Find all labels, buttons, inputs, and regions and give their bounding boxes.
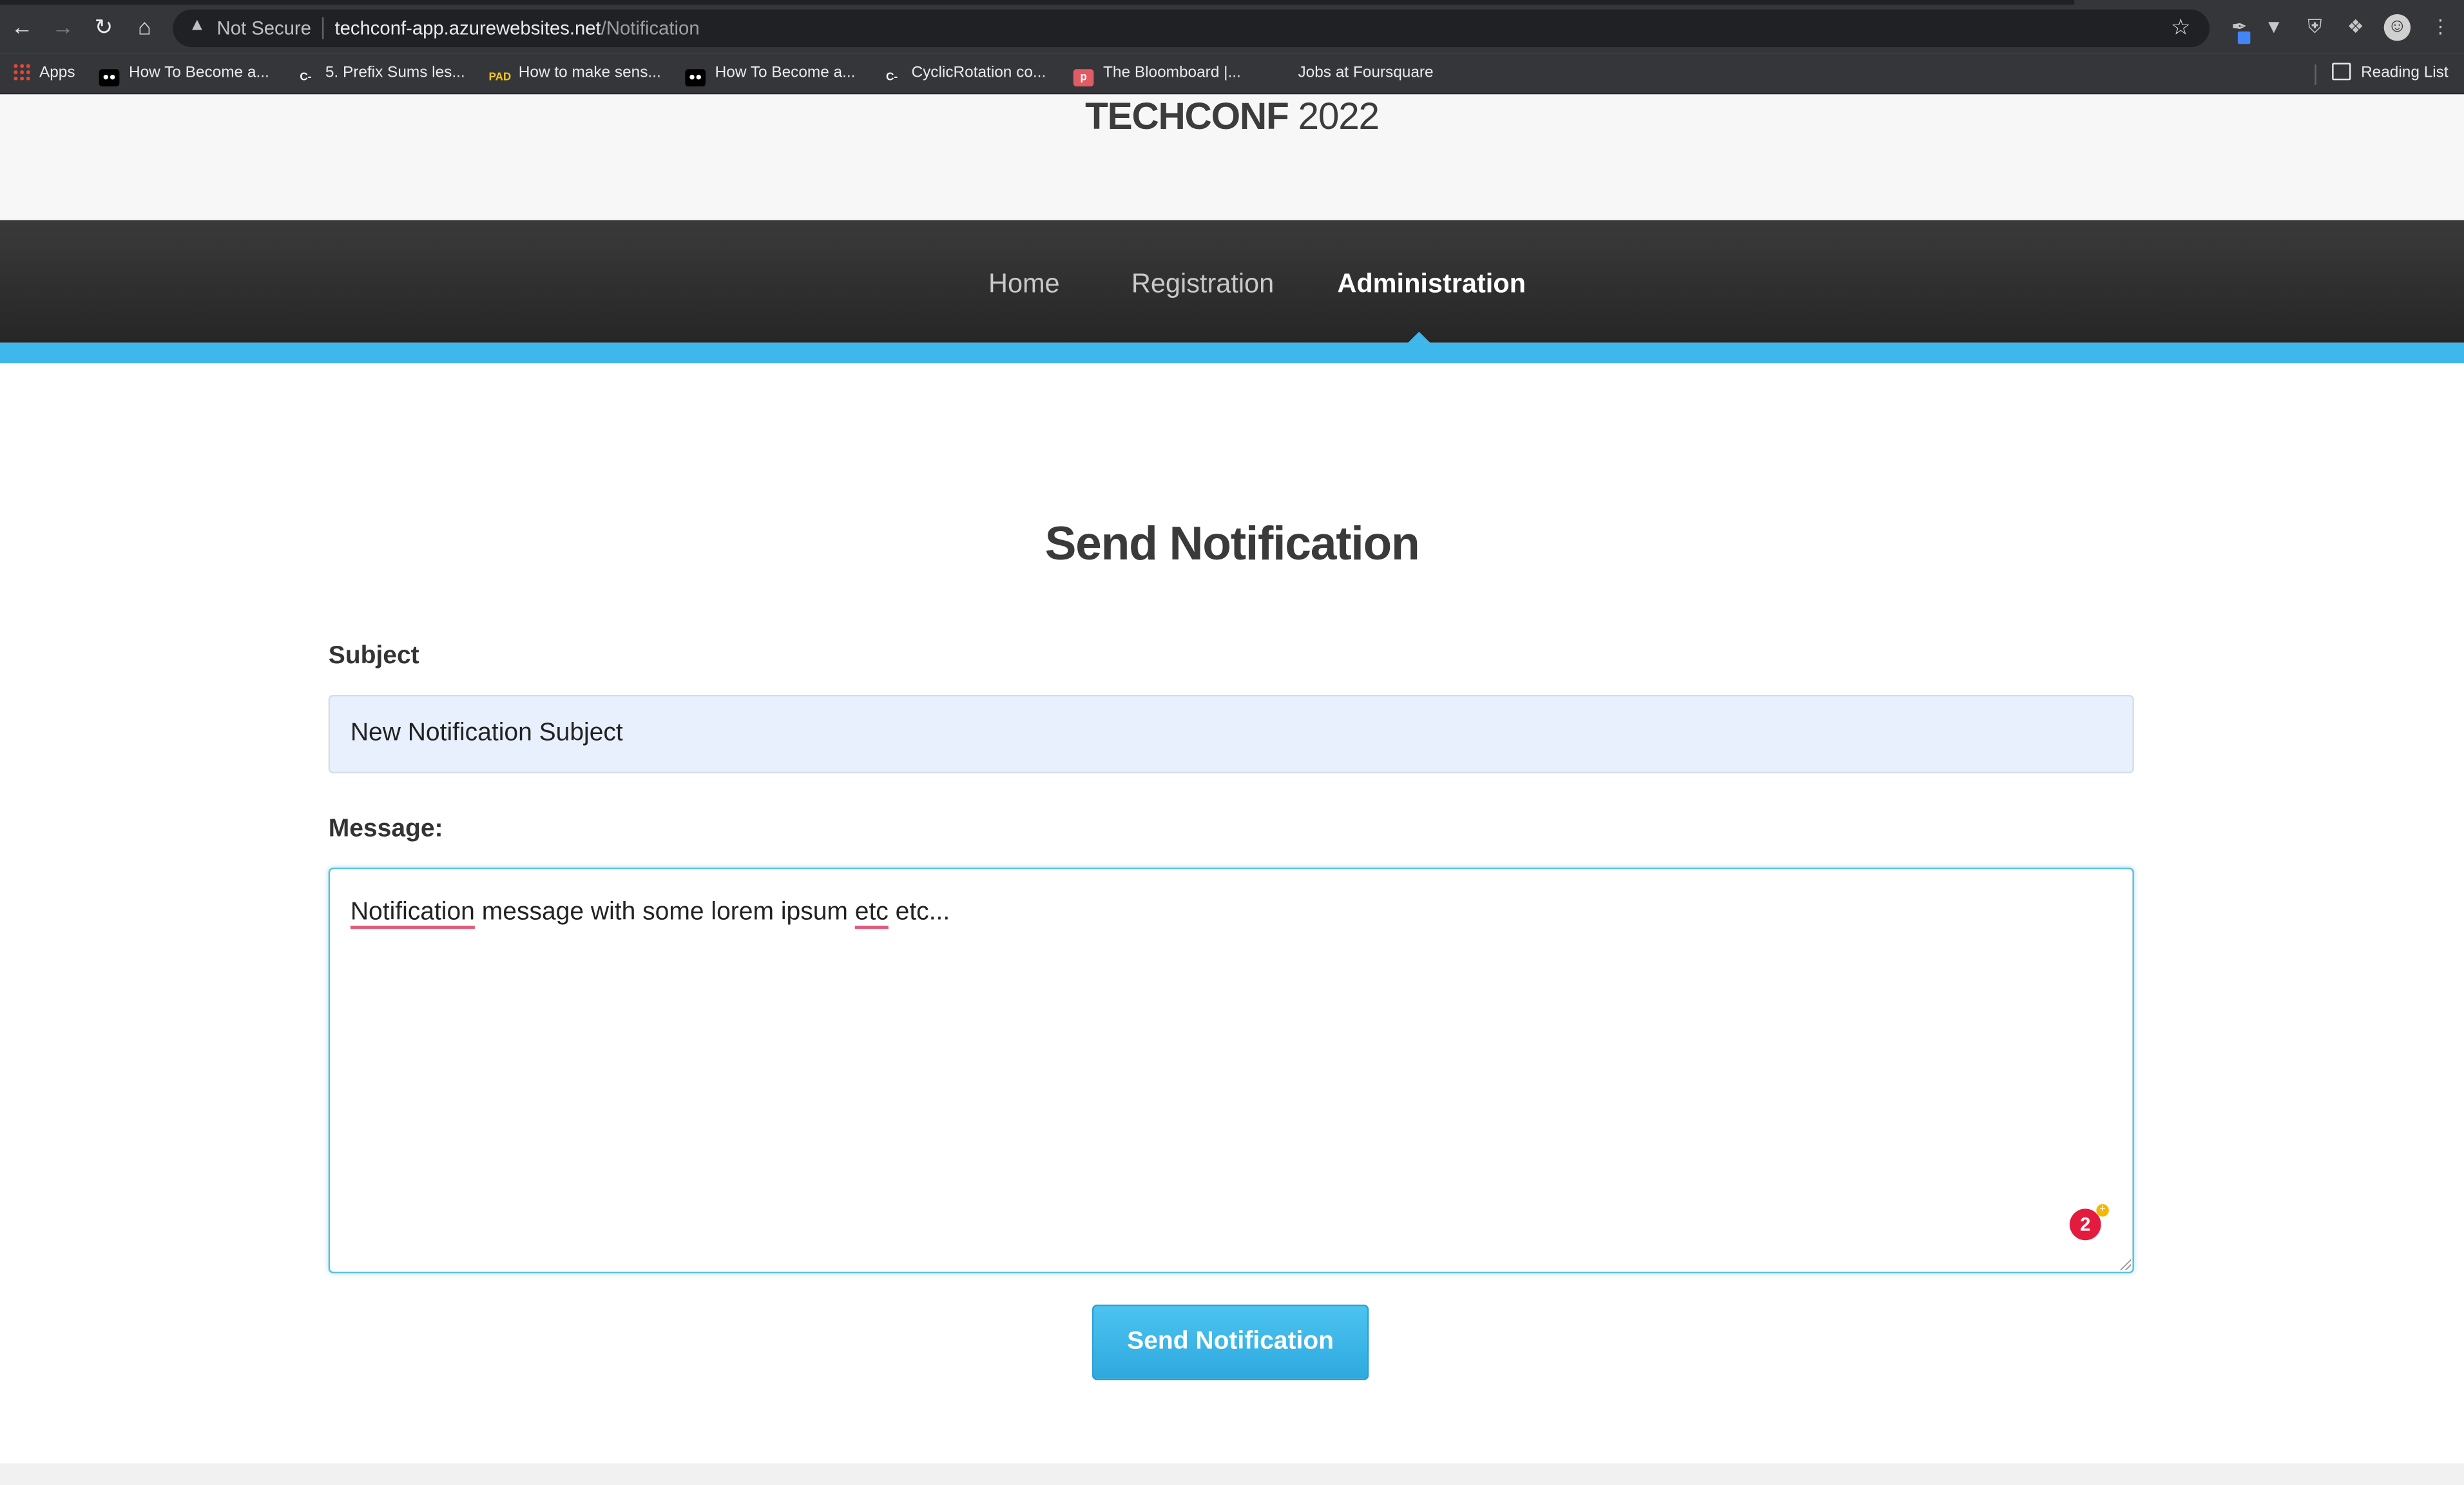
bookmark-item[interactable]: Jobs at Foursquare — [1268, 63, 1433, 85]
reading-list-icon — [2333, 63, 2352, 81]
extensions-puzzle-icon[interactable]: ❖ — [2345, 15, 2367, 37]
url-path: /Notification — [601, 17, 700, 39]
main-content: Send Notification Subject New Notificati… — [0, 363, 2464, 1464]
profile-avatar-icon[interactable]: ☺ — [2383, 14, 2411, 41]
menu-kebab-icon[interactable]: ⋮ — [2429, 15, 2451, 37]
home-icon[interactable]: ⌂ — [132, 14, 157, 39]
bookmarks-separator — [2315, 64, 2316, 85]
bookmark-label: How To Become a... — [128, 64, 269, 82]
message-textarea[interactable]: Notification message with some lorem ips… — [328, 868, 2134, 1274]
bookmarks-bar: Apps ●● How To Become a... C- 5. Prefix Su… — [0, 53, 2464, 95]
message-label: Message: — [328, 815, 443, 843]
codility-icon: C- — [881, 69, 902, 87]
send-notification-button[interactable]: Send Notification — [1092, 1305, 1369, 1381]
not-secure-label[interactable]: Not Secure — [217, 17, 311, 39]
bookmark-item[interactable]: ●● How To Become a... — [685, 63, 856, 87]
medium-icon: ●● — [99, 69, 120, 87]
bookmark-apps[interactable]: Apps — [12, 63, 75, 85]
extension-badge — [2237, 31, 2251, 44]
bookmark-label: Apps — [39, 64, 75, 82]
message-middle: message with some lorem ipsum — [474, 898, 855, 926]
url-host: techconf-app.azurewebsites.net — [334, 17, 601, 39]
resize-grip-icon[interactable] — [2118, 1257, 2132, 1270]
misspelled-word: Notification — [350, 898, 475, 926]
foursquare-icon — [1268, 63, 1289, 81]
bookmark-item[interactable]: C- CyclicRotation co... — [881, 63, 1046, 87]
back-icon[interactable]: ← — [10, 14, 35, 39]
tab-strip-edge — [0, 0, 2075, 5]
codility-icon: C- — [295, 69, 316, 87]
nav-registration[interactable]: Registration — [1131, 269, 1274, 300]
brand-year: 2022 — [1288, 95, 1380, 139]
bookmark-label: How To Become a... — [715, 64, 856, 82]
warning-icon: ▲ — [188, 15, 206, 35]
site-logo[interactable]: TECHCONF 2022 — [0, 94, 2464, 141]
bookmark-item[interactable]: C- 5. Prefix Sums les... — [295, 63, 465, 87]
bookmark-label: The Bloomboard |... — [1103, 64, 1241, 82]
bookmark-label: 5. Prefix Sums les... — [325, 64, 465, 82]
bookmark-label: CyclicRotation co... — [911, 64, 1046, 82]
bookmark-item[interactable]: PAD How to make sens... — [488, 63, 661, 87]
extension-shield-icon[interactable]: ⛨ — [2304, 15, 2325, 37]
bookmark-star-icon[interactable]: ☆ — [2171, 14, 2191, 41]
message-end: etc... — [888, 898, 950, 926]
grammarly-plus-icon: + — [2096, 1204, 2109, 1217]
bookmark-label: Jobs at Foursquare — [1298, 64, 1434, 82]
reading-list-label: Reading List — [2361, 64, 2449, 82]
address-bar[interactable]: ▲ Not Secure techconf-app.azurewebsites.… — [173, 9, 2209, 48]
apps-grid-icon — [12, 63, 30, 81]
message-text: Notification message with some lorem ips… — [351, 898, 950, 929]
subject-label: Subject — [328, 643, 419, 670]
pad-icon: PAD — [488, 69, 511, 87]
address-separator — [322, 17, 324, 39]
bookmark-item[interactable]: p The Bloomboard |... — [1073, 63, 1241, 87]
active-nav-indicator — [1408, 331, 1430, 343]
misspelled-word: etc — [854, 898, 889, 926]
grammarly-badge[interactable]: 2 — [2069, 1208, 2101, 1241]
forward-icon[interactable]: → — [50, 14, 75, 39]
accent-strip — [0, 342, 2464, 364]
site-header: TECHCONF 2022 — [0, 94, 2464, 220]
page-footer — [0, 1463, 2464, 1485]
reading-list-button[interactable]: Reading List — [2333, 63, 2449, 85]
main-navbar: Home Registration Administration — [0, 220, 2464, 343]
subject-input[interactable]: New Notification Subject — [328, 694, 2134, 773]
brand-name: TECHCONF — [1085, 95, 1289, 139]
browser-toolbar: ← → ↻ ⌂ ▲ Not Secure techconf-app.azurew… — [0, 0, 2464, 53]
bloomboard-icon: p — [1073, 69, 1094, 87]
nav-administration[interactable]: Administration — [1337, 269, 1526, 300]
extension-v-icon[interactable]: ▼ — [2263, 15, 2285, 37]
reload-icon[interactable]: ↻ — [91, 14, 116, 39]
medium-icon: ●● — [685, 69, 706, 87]
url-text[interactable]: techconf-app.azurewebsites.net/Notificat… — [334, 17, 699, 39]
bookmark-item[interactable]: ●● How To Become a... — [99, 63, 269, 87]
bookmark-label: How to make sens... — [518, 64, 661, 82]
page-title: Send Notification — [1044, 518, 1420, 571]
nav-home[interactable]: Home — [988, 269, 1060, 300]
